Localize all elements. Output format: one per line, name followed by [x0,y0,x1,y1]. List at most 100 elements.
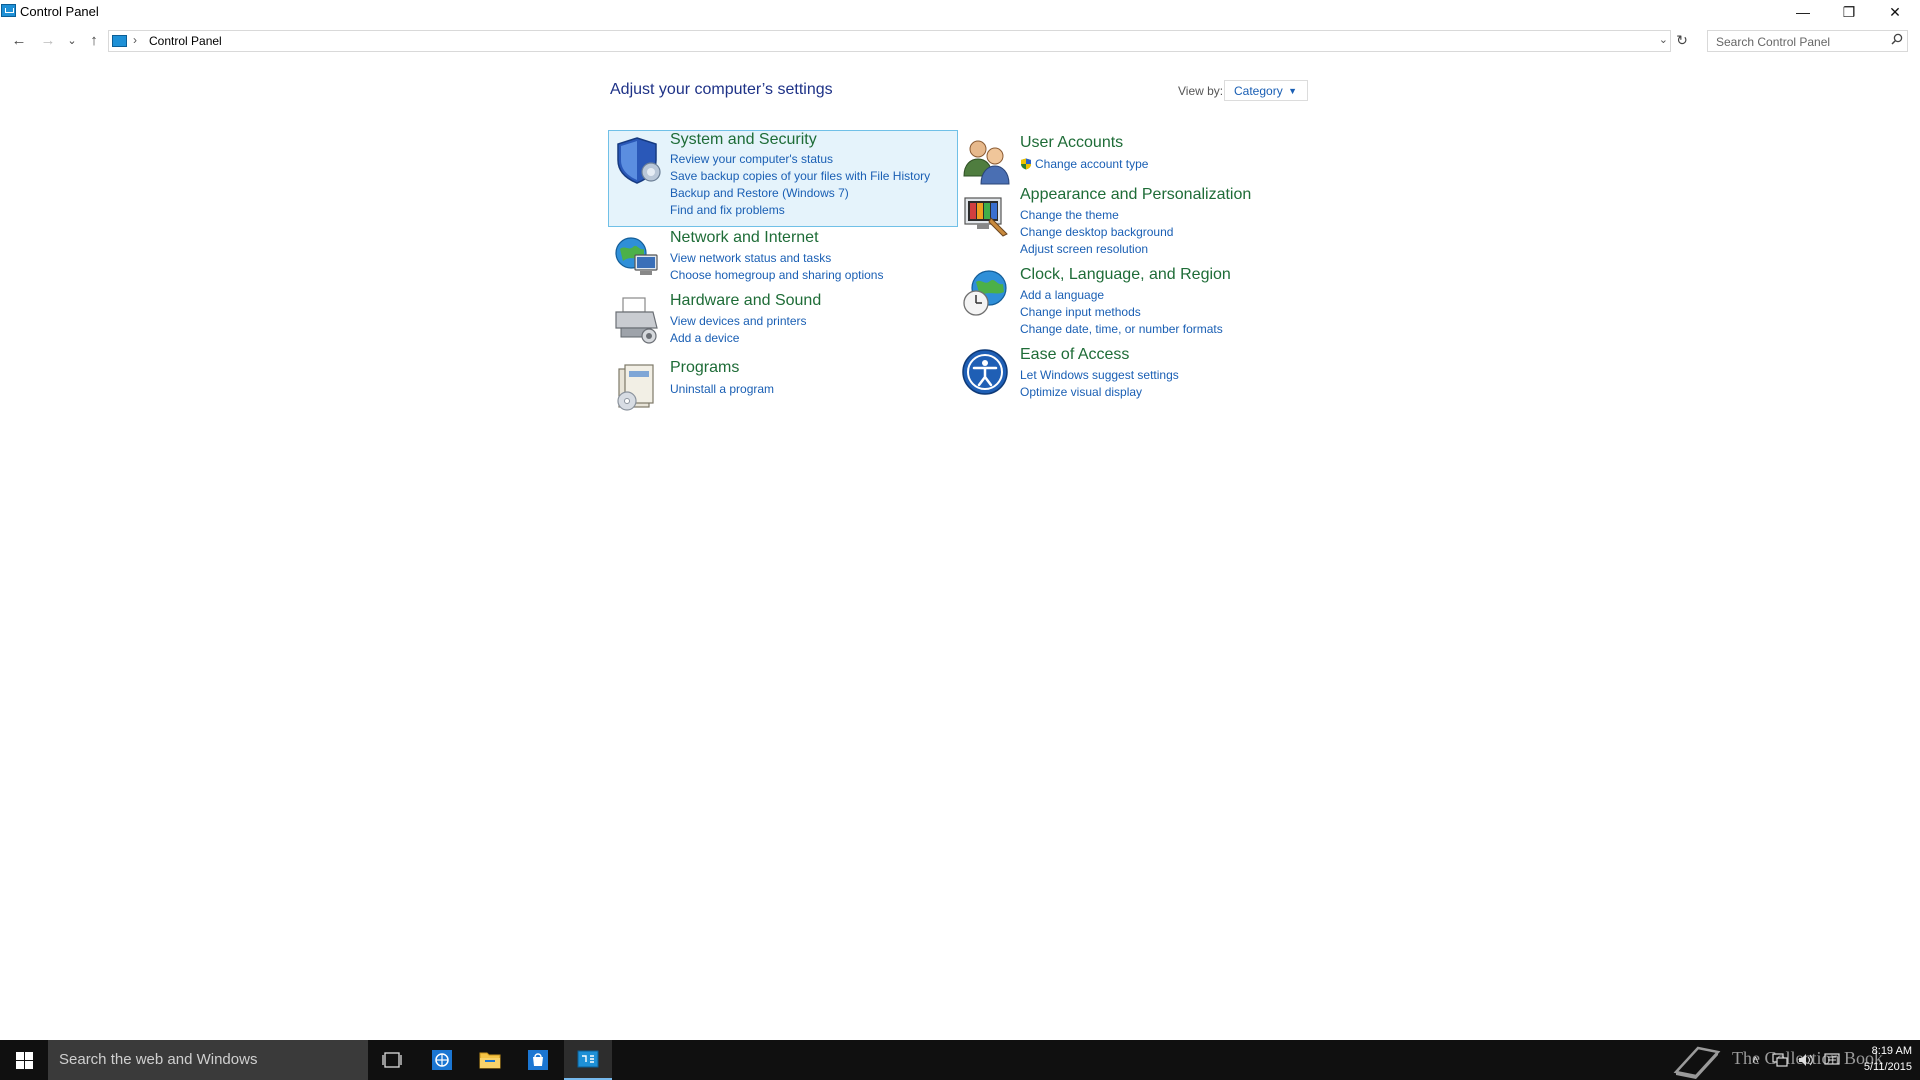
link-change-account-type-label: Change account type [1035,157,1149,171]
category-links: View network status and tasks Choose hom… [670,250,883,284]
category-title[interactable]: Clock, Language, and Region [1020,266,1231,284]
start-button[interactable] [0,1040,48,1080]
category-programs[interactable]: Programs Uninstall a program [609,359,959,411]
up-button[interactable]: ↑ [85,31,103,49]
link-review-status[interactable]: Review your computer's status [670,151,930,168]
ease-of-access-icon [961,348,1013,400]
category-title[interactable]: Hardware and Sound [670,292,821,310]
breadcrumb-separator-icon[interactable]: › [133,33,137,47]
windows-logo-icon [15,1051,33,1069]
search-box[interactable] [1707,30,1908,52]
minimize-button[interactable]: — [1780,0,1826,24]
category-ease-of-access[interactable]: Ease of Access Let Windows suggest setti… [959,346,1309,402]
back-arrow-icon: ← [11,31,27,49]
category-hardware-and-sound[interactable]: Hardware and Sound View devices and prin… [609,292,959,348]
refresh-button[interactable]: ↻ [1673,31,1691,49]
link-backup-restore[interactable]: Backup and Restore (Windows 7) [670,185,930,202]
chevron-up-icon: ˄ [1752,1053,1760,1067]
forward-button[interactable]: → [39,31,57,49]
link-change-theme[interactable]: Change the theme [1020,207,1173,224]
appearance-icon [961,188,1013,240]
up-arrow-icon: ↑ [90,31,98,49]
address-bar-row: ← → ⌄ ↑ › Control Panel ⌄ ↻ [0,28,1920,54]
taskbar-search-box[interactable]: Search the web and Windows [48,1040,368,1080]
category-title[interactable]: Ease of Access [1020,346,1129,364]
taskbar-search-placeholder: Search the web and Windows [59,1051,258,1068]
category-title[interactable]: Network and Internet [670,229,819,247]
link-uninstall-program[interactable]: Uninstall a program [670,381,774,398]
users-icon [961,136,1013,188]
category-links: Let Windows suggest settings Optimize vi… [1020,367,1179,401]
category-network-and-internet[interactable]: Network and Internet View network status… [609,229,959,285]
chevron-down-icon[interactable]: ⌄ [1659,33,1668,46]
link-network-status[interactable]: View network status and tasks [670,250,883,267]
close-button[interactable]: ✕ [1872,0,1918,24]
refresh-icon: ↻ [1676,31,1688,48]
link-screen-resolution[interactable]: Adjust screen resolution [1020,241,1173,258]
link-add-language[interactable]: Add a language [1020,287,1223,304]
tray-action-center-button[interactable] [1824,1040,1840,1080]
taskbar-browser-button[interactable] [418,1040,466,1080]
network-icon [1772,1053,1788,1067]
forward-arrow-icon: → [40,31,56,49]
category-system-and-security[interactable]: System and Security Review your computer… [608,130,958,227]
category-appearance-and-personalization[interactable]: Appearance and Personalization Change th… [959,186,1309,256]
uac-shield-icon [1021,158,1031,170]
link-optimize-visual-display[interactable]: Optimize visual display [1020,384,1179,401]
link-add-device[interactable]: Add a device [670,330,807,347]
link-date-time-formats[interactable]: Change date, time, or number formats [1020,321,1223,338]
link-suggest-settings[interactable]: Let Windows suggest settings [1020,367,1179,384]
category-links: Change the theme Change desktop backgrou… [1020,207,1173,258]
folder-icon [479,1052,501,1069]
recent-locations-button[interactable]: ⌄ [63,31,81,49]
category-links: Uninstall a program [670,381,774,398]
link-desktop-background[interactable]: Change desktop background [1020,224,1173,241]
view-by-dropdown[interactable]: Category ▼ [1224,80,1308,101]
category-title[interactable]: System and Security [670,131,817,149]
category-links: Change account type [1020,156,1148,173]
taskbar-store-button[interactable] [514,1040,562,1080]
category-title[interactable]: Programs [670,359,739,377]
printer-icon [611,294,663,346]
book-logo-icon [1673,1046,1721,1079]
clock-date: 5/11/2015 [1863,1061,1912,1073]
title-bar: Control Panel — ❐ ✕ [0,0,1920,24]
task-view-icon [382,1052,402,1068]
view-by-label: View by: [1178,84,1224,98]
taskbar-control-panel-button[interactable] [564,1040,612,1080]
tray-volume-button[interactable] [1798,1040,1814,1080]
clock-time: 8:19 AM [1871,1045,1912,1057]
caret-down-icon: ▼ [1288,86,1297,96]
taskbar-clock[interactable]: 8:19 AM 5/11/2015 [1852,1043,1912,1075]
network-globe-icon [611,231,663,283]
view-by-value: Category [1234,84,1283,98]
category-title[interactable]: Appearance and Personalization [1020,186,1251,204]
search-input[interactable] [1714,32,1888,52]
taskbar-file-explorer-button[interactable] [466,1040,514,1080]
page-title: Adjust your computer’s settings [610,81,833,98]
shield-icon [612,134,664,186]
tray-network-button[interactable] [1772,1040,1788,1080]
restore-button[interactable]: ❐ [1826,0,1872,24]
link-change-account-type[interactable]: Change account type [1020,156,1148,173]
category-user-accounts[interactable]: User Accounts Change account type [959,134,1309,185]
action-center-icon [1824,1053,1840,1065]
link-homegroup-sharing[interactable]: Choose homegroup and sharing options [670,267,883,284]
link-file-history[interactable]: Save backup copies of your files with Fi… [670,168,930,185]
link-input-methods[interactable]: Change input methods [1020,304,1223,321]
restore-icon: ❐ [1842,3,1856,20]
address-field[interactable]: › Control Panel ⌄ [108,30,1671,52]
breadcrumb-control-panel[interactable]: Control Panel [149,34,222,48]
browser-icon [432,1050,452,1070]
category-clock-language-region[interactable]: Clock, Language, and Region Add a langua… [959,266,1309,336]
category-links: Add a language Change input methods Chan… [1020,287,1223,338]
back-button[interactable]: ← [10,31,28,49]
link-devices-printers[interactable]: View devices and printers [670,313,807,330]
category-title[interactable]: User Accounts [1020,134,1123,152]
search-icon[interactable] [1891,33,1903,48]
link-find-fix-problems[interactable]: Find and fix problems [670,202,930,219]
tray-show-hidden-button[interactable]: ˄ [1752,1040,1759,1080]
category-links: Review your computer's status Save backu… [670,151,930,219]
control-panel-icon [577,1050,599,1068]
task-view-button[interactable] [368,1040,416,1080]
